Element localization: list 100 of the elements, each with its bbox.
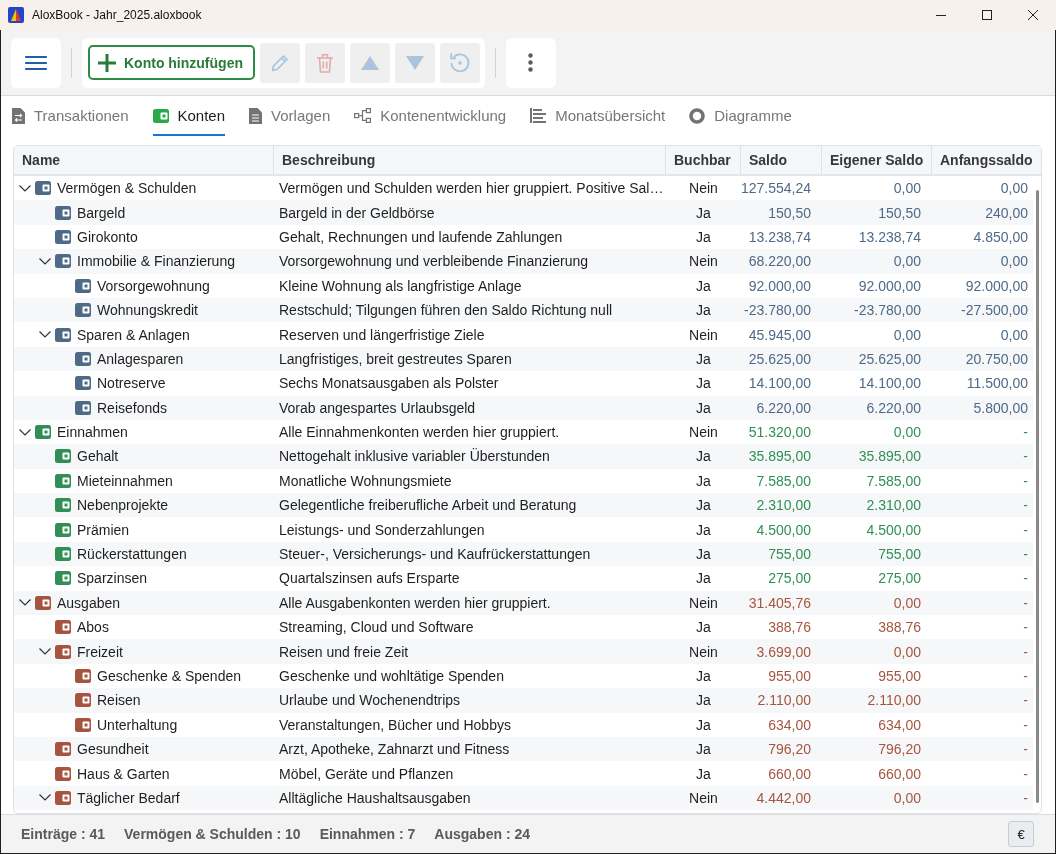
add-account-button[interactable]: Konto hinzufügen [88,45,255,80]
table-cell-text: - [1022,424,1029,441]
column-header[interactable]: Beschreibung [274,146,666,174]
table-row[interactable]: Vermögen & Schulden Vermögen und Schulden werden hier gruppiert. Positive Sal… Nein 127.554,24 0,00 0,00 [14,176,1033,201]
table-row[interactable]: Einnahmen Alle Einnahmenkonten werden hier gruppiert. Nein 51.320,00 0,00 - [14,419,1033,445]
table-row[interactable]: Gesundheit Arzt, Apotheke, Zahnarzt und Fitness Ja 796,20 796,20 - [14,737,1033,762]
table-cell-text: - [1022,448,1029,465]
account-name: Reisefonds [97,399,168,416]
plus-icon [98,53,116,72]
table-cell-text: Vermögen und Schulden werden hier gruppiert. Positive Sal… [278,180,665,197]
table-cell-text: Bargeld in der Geldbörse [278,204,436,221]
table-cell-text: Ja [695,448,712,465]
account-name: Reisen [97,692,141,709]
table-cell-text: Nettogehalt inklusive variabler Überstunden [278,448,551,465]
tab[interactable]: Diagramme [689,104,792,136]
table-row[interactable]: Vorsorgewohnung Kleine Wohnung als langfristige Anlage Ja 92.000,00 92.000,00 92.000,00 [14,273,1033,298]
table-row[interactable]: Anlagesparen Langfristiges, breit gestreutes Sparen Ja 25.625,00 25.625,00 20.750,00 [14,346,1033,372]
wallet-icon [152,107,169,124]
account-name: Gehalt [77,448,119,465]
table-cell-text: 2.110,00 [866,692,922,709]
table-row[interactable]: Haus & Garten Möbel, Geräte und Pflanzen Ja 660,00 660,00 - [14,761,1033,786]
table-cell-text: - [1022,765,1029,782]
table-cell-text: 51.320,00 [747,424,812,441]
tab[interactable]: Konten [152,104,226,136]
chevron-down-icon[interactable] [19,428,31,436]
account-name: Abos [77,619,109,636]
table-cell-text: 0,00 [892,789,922,806]
table-cell-text: Ja [695,350,712,367]
table-row[interactable]: Rückerstattungen Steuer-, Versicherungs- und Kaufrückerstattungen Ja 755,00 755,00 - [14,541,1033,567]
menu-button[interactable] [11,37,61,88]
table-cell-text: -27.500,00 [960,302,1029,319]
chevron-down-icon[interactable] [19,184,31,192]
chevron-down-icon[interactable] [39,648,51,656]
table-cell-text: Alle Einnahmenkonten werden hier gruppiert. [278,424,561,441]
table-cell-text: 13.238,74 [747,228,812,245]
chevron-down-icon[interactable] [39,257,51,265]
table-cell-text: 92.000,00 [964,277,1029,294]
table-cell-text: Kleine Wohnung als langfristige Anlage [278,277,523,294]
tab[interactable]: Vorlagen [249,104,331,136]
status-count: Ausgaben : 24 [434,826,531,842]
menu-icon [25,54,47,71]
table-cell-text: 0,00 [892,594,922,611]
account-name: Bargeld [77,204,126,221]
tab[interactable]: Transaktionen [12,104,129,136]
column-header[interactable]: Anfangssaldo [932,146,1041,174]
account-name: Girokonto [77,228,138,245]
table-cell-text: 92.000,00 [747,277,812,294]
table-row[interactable]: Freizeit Reisen und freie Zeit Nein 3.699,00 0,00 - [14,639,1033,664]
table-row[interactable]: Notreserve Sechs Monatsausgaben als Polster Ja 14.100,00 14.100,00 11.500,00 [14,371,1033,396]
table-row[interactable]: Unterhaltung Veranstaltungen, Bücher und Hobbys Ja 634,00 634,00 - [14,712,1033,737]
table-cell-text: - [1022,692,1029,709]
table-cell-text: Alle Ausgabenkonten werden hier gruppiert. [278,594,552,611]
table-row[interactable]: Prämien Leistungs- und Sonderzahlungen Ja 4.500,00 4.500,00 - [14,517,1033,542]
table-cell-text: 0,00 [892,180,922,197]
scrollbar-thumb[interactable] [1035,190,1039,803]
table-cell-text: 35.895,00 [857,448,922,465]
table-cell-text: Vorsorgewohnung und verbleibende Finanzierung [278,253,589,270]
close-icon[interactable] [1028,10,1038,20]
table-row[interactable]: Sparen & Anlagen Reserven und längerfristige Ziele Nein 45.945,00 0,00 0,00 [14,322,1033,347]
table-cell-text: Ja [695,741,712,758]
table-cell-text: 755,00 [767,546,812,563]
table-row[interactable]: Mieteinnahmen Monatliche Wohnungsmiete Ja 7.585,00 7.585,00 - [14,468,1033,494]
table-cell-text: 20.750,00 [964,350,1029,367]
tab[interactable]: Monatsübersicht [530,104,666,136]
minimize-icon[interactable] [936,14,946,16]
chevron-down-icon[interactable] [39,794,51,802]
table-cell-text: Alltägliche Haushaltsausgaben [278,789,472,806]
table-cell-text: 240,00 [984,204,1029,221]
table-row[interactable]: Gehalt Nettogehalt inklusive variabler Überstunden Ja 35.895,00 35.895,00 - [14,444,1033,469]
table-row[interactable]: Wohnungskredit Restschuld; Tilgungen führen den Saldo Richtung null Ja -23.780,00 -23.780,00 -27.500,00 [14,297,1033,323]
chevron-down-icon[interactable] [19,599,31,607]
table-row[interactable]: Bargeld Bargeld in der Geldbörse Ja 150,50 150,50 240,00 [14,200,1033,225]
table-cell-text: Steuer-, Versicherungs- und Kaufrückerstattungen [278,546,592,563]
table-cell-text: 275,00 [877,570,922,587]
chevron-down-icon[interactable] [39,331,51,339]
column-header[interactable]: Name [14,146,274,174]
table-cell-text: 6.220,00 [865,399,922,416]
table-row[interactable]: Nebenprojekte Gelegentliche freiberufliche Arbeit und Beratung Ja 2.310,00 2.310,00 - [14,493,1033,518]
table-cell-text: Ja [695,765,712,782]
column-header[interactable]: Saldo [741,146,822,174]
table-row[interactable]: Immobilie & Finanzierung Vorsorgewohnung und verbleibende Finanzierung Nein 68.220,00 0,00 0,00 [14,249,1033,274]
table-cell-text: 0,00 [892,326,922,343]
table-cell-text: Ja [695,716,712,733]
table-cell-text: - [1022,668,1029,684]
tab[interactable]: Kontenentwicklung [354,104,507,136]
table-row[interactable]: Girokonto Gehalt, Rechnungen und laufende Zahlungen Ja 13.238,74 13.238,74 4.850,00 [14,224,1033,250]
currency-button[interactable]: € [1008,821,1034,847]
table-row[interactable]: Reisefonds Vorab angespartes Urlaubsgeld Ja 6.220,00 6.220,00 5.800,00 [14,395,1033,420]
column-header[interactable]: Buchbar [666,146,741,174]
table-row[interactable]: Geschenke & Spenden Geschenke und wohltätige Spenden Ja 955,00 955,00 - [14,663,1033,689]
table-row[interactable]: Täglicher Bedarf Alltägliche Haushaltsausgaben Nein 4.442,00 0,00 - [14,785,1033,811]
column-header[interactable]: Eigener Saldo [822,146,932,174]
table-row[interactable]: Sparzinsen Quartalszinsen aufs Ersparte Ja 275,00 275,00 - [14,566,1033,591]
table-row[interactable]: Abos Streaming, Cloud und Software Ja 388,76 388,76 - [14,615,1033,640]
table-cell-text: Ja [695,277,712,294]
table-cell-text: Ja [695,204,712,221]
table-row[interactable]: Ausgaben Alle Ausgabenkonten werden hier gruppiert. Nein 31.405,76 0,00 - [14,590,1033,616]
table-row[interactable]: Reisen Urlaube und Wochenendtrips Ja 2.110,00 2.110,00 - [14,688,1033,713]
table-cell-text: - [1022,497,1029,514]
maximize-icon[interactable] [982,10,992,20]
